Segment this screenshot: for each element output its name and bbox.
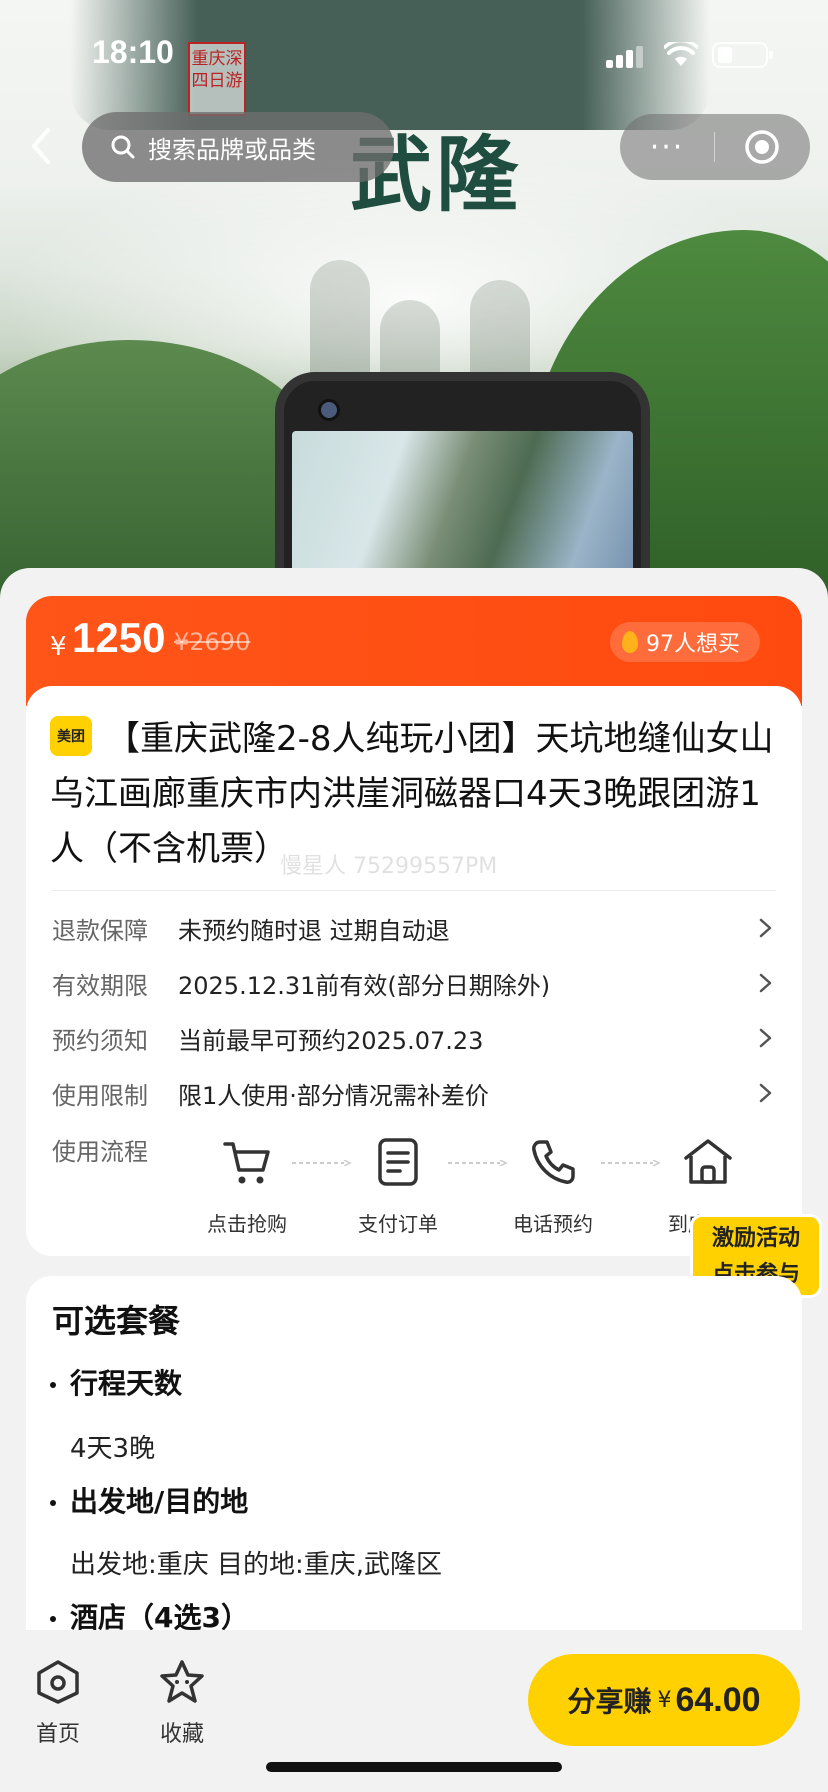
chevron-right-icon [759,1028,772,1048]
bullet-dot [50,1382,56,1388]
home-icon [37,1660,79,1704]
option-heading-text: 出发地/目的地 [70,1485,249,1518]
flow-step-call: 电话预约 [488,1132,618,1237]
divider [52,890,776,891]
chevron-right-icon [759,1083,772,1103]
search-input[interactable]: 搜索品牌或品类 [82,112,394,182]
promo-line1: 激励活动 [711,1226,800,1251]
store-icon [684,1139,732,1184]
flow-step-label: 电话预约 [513,1212,593,1236]
tab-favorite[interactable]: 收藏 [142,1658,222,1748]
search-icon [111,135,135,159]
cart-icon [223,1142,270,1184]
want-count-text: 97人想买 [646,632,740,657]
price-current: 1250 [72,614,166,661]
cellular-signal-icon [606,46,644,68]
detail-value: 2025.12.31前有效(部分日期除外) [178,971,551,1000]
bullet-dot [50,1616,56,1622]
share-earn-button[interactable]: 分享赚 ¥ 64.00 [528,1654,800,1746]
detail-key: 预约须知 [52,1026,148,1055]
tab-home[interactable]: 首页 [18,1658,98,1748]
target-icon [745,130,779,164]
tab-home-label: 首页 [35,1722,80,1747]
search-placeholder: 搜索品牌或品类 [148,135,316,164]
star-icon [160,1660,204,1703]
phone-camera [318,399,340,421]
hero-phone-mockup [275,372,650,600]
home-indicator [266,1762,562,1772]
flow-step-buy: 点击抢购 [182,1132,312,1237]
share-label: 分享赚 [567,1685,652,1718]
flow-step-pay: 支付订单 [333,1132,463,1237]
share-currency: ¥ [657,1687,672,1713]
detail-value: 限1人使用·部分情况需补差价 [178,1081,489,1110]
detail-value: 未预约随时退 过期自动退 [178,916,450,945]
detail-key: 退款保障 [52,916,148,945]
flow-step-label: 支付订单 [358,1212,438,1236]
option-value: 4天3晚 [70,1434,156,1464]
bullet-dot [50,1500,56,1506]
wifi-icon [664,42,698,66]
want-count-badge: 97人想买 [610,622,760,662]
status-bar: 18:10 [0,0,828,100]
flow-label: 使用流程 [52,1138,148,1166]
back-arrow-icon[interactable] [22,122,62,170]
close-miniapp-button[interactable] [715,129,809,165]
detail-row-limits[interactable]: 使用限制 限1人使用·部分情况需补差价 [52,1073,776,1113]
phone-icon [532,1140,575,1184]
watermark: 慢星人 75299557PM [280,854,498,879]
share-amount: 64.00 [675,1680,761,1719]
detail-row-refund[interactable]: 退款保障 未预约随时退 过期自动退 [52,908,776,948]
option-heading-text: 行程天数 [70,1367,183,1400]
detail-key: 使用限制 [52,1081,148,1110]
fire-icon [622,631,638,653]
miniapp-capsule: ··· [620,114,810,180]
option-heading: 出发地/目的地 [50,1480,248,1520]
option-value: 出发地:重庆 目的地:重庆,武隆区 [70,1550,443,1580]
status-time: 18:10 [92,34,174,70]
battery-icon [712,42,773,68]
detail-row-booking[interactable]: 预约须知 当前最早可预约2025.07.23 [52,1018,776,1058]
more-button[interactable]: ··· [620,130,714,165]
detail-key: 有效期限 [52,971,148,1000]
detail-row-validity[interactable]: 有效期限 2025.12.31前有效(部分日期除外) [52,963,776,1003]
chevron-right-icon [759,973,772,993]
chevron-right-icon [759,918,772,938]
document-icon [378,1138,418,1186]
price-currency: ¥ [50,632,67,662]
tab-favorite-label: 收藏 [159,1722,204,1747]
flow-step-label: 点击抢购 [207,1212,287,1236]
option-heading: 行程天数 [50,1362,182,1402]
detail-value: 当前最早可预约2025.07.23 [178,1026,484,1055]
options-title: 可选套餐 [52,1302,181,1340]
price-original: ¥2690 [174,628,251,656]
